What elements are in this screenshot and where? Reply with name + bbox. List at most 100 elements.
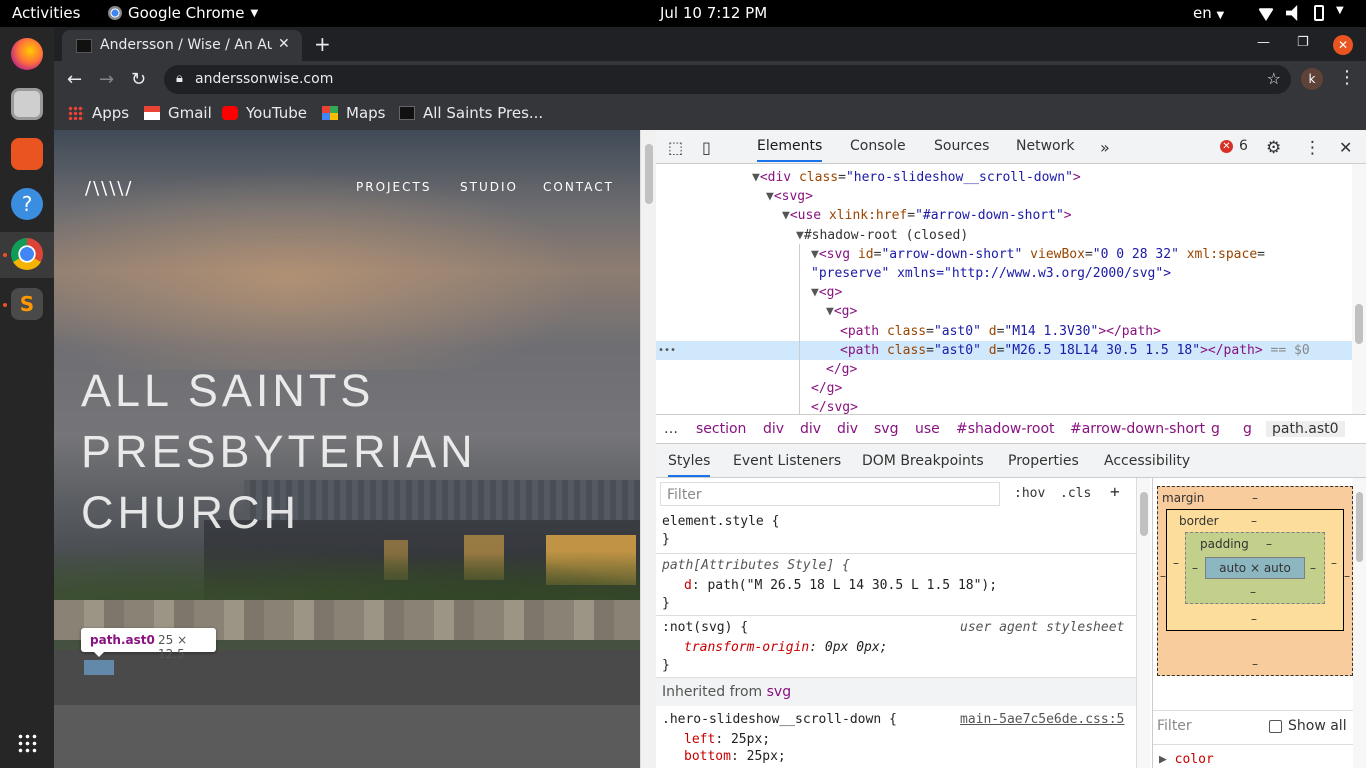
chrome-menu-icon[interactable]: ⋮	[1338, 67, 1356, 88]
bookmark-star-icon[interactable]: ☆	[1267, 69, 1281, 88]
dom-node-line[interactable]: ▼<svg>	[766, 187, 813, 206]
styles-filter-input[interactable]: Filter	[660, 482, 1000, 506]
styles-scrollbar[interactable]	[1136, 478, 1150, 768]
box-model-border[interactable]: border – – – – padding – – – – auto × au…	[1166, 509, 1344, 631]
app-menu[interactable]: Google Chrome ▼	[108, 4, 258, 22]
scrollbar-thumb[interactable]	[645, 144, 653, 204]
hov-toggle[interactable]: :hov	[1014, 486, 1045, 501]
tab-sources[interactable]: Sources	[934, 138, 989, 154]
dom-node-line[interactable]: ••• <path class="ast0" d="M26.5 18L14 30.…	[656, 340, 1352, 360]
dom-node-line[interactable]: ▼<g>	[826, 302, 857, 321]
profile-avatar[interactable]: k	[1301, 68, 1323, 90]
browser-tab[interactable]: Andersson / Wise / An Au ✕	[62, 30, 302, 61]
activities-button[interactable]: Activities	[12, 4, 80, 22]
help-icon[interactable]: ?	[11, 188, 43, 220]
new-tab-button[interactable]: +	[314, 32, 331, 56]
scrollbar-thumb[interactable]	[1356, 492, 1363, 562]
dom-node-line[interactable]: ▼#shadow-root (closed)	[796, 226, 968, 245]
firefox-icon[interactable]	[11, 38, 43, 70]
dom-node-line[interactable]: ▼<svg id="arrow-down-short" viewBox="0 0…	[811, 245, 1265, 264]
language-indicator[interactable]: en ▼	[1193, 4, 1224, 22]
cls-toggle[interactable]: .cls	[1060, 486, 1091, 501]
dom-node-line[interactable]: "preserve" xmlns="http://www.w3.org/2000…	[811, 264, 1171, 283]
style-declaration[interactable]: d: path("M 26.5 18 L 14 30.5 L 1.5 18");	[684, 578, 997, 593]
tab-elements[interactable]: Elements	[757, 138, 823, 162]
dom-node-line[interactable]: </svg>	[811, 398, 858, 414]
system-tray[interactable]: ▼	[1258, 5, 1352, 21]
devtools-menu-icon[interactable]: ⋮	[1304, 138, 1321, 158]
show-all-toggle[interactable]: Show all	[1269, 718, 1347, 734]
sublime-text-icon[interactable]: S	[11, 288, 43, 320]
computed-property-color[interactable]: ▶ color	[1159, 752, 1214, 767]
breadcrumb-item[interactable]: section	[696, 421, 746, 437]
breadcrumb-item[interactable]: #shadow-root	[956, 421, 1055, 437]
address-bar[interactable]: 🔒︎ anderssonwise.com ☆	[164, 65, 1291, 94]
dom-node-line[interactable]: <path class="ast0" d="M14 1.3V30"></path…	[840, 322, 1161, 341]
node-actions-ellipsis-icon[interactable]: •••	[658, 341, 676, 360]
inherited-element[interactable]: svg	[767, 684, 791, 700]
reload-icon[interactable]: ↻	[131, 69, 146, 90]
chrome-icon[interactable]	[11, 238, 43, 270]
device-toolbar-icon[interactable]: ▯	[702, 138, 711, 157]
breadcrumb-item[interactable]: g	[1243, 421, 1252, 437]
tab-styles[interactable]: Styles	[668, 453, 711, 477]
tab-accessibility[interactable]: Accessibility	[1104, 453, 1190, 469]
bookmark-all-saints[interactable]: All Saints Pres...	[399, 104, 543, 122]
breadcrumb-item[interactable]: #arrow-down-short	[1070, 421, 1205, 437]
dom-scrollbar[interactable]	[1352, 164, 1366, 414]
error-counter[interactable]: ✕ 6	[1220, 138, 1248, 154]
tab-event-listeners[interactable]: Event Listeners	[733, 453, 841, 469]
computed-scrollbar[interactable]	[1353, 478, 1366, 768]
breadcrumb-item[interactable]: svg	[874, 421, 898, 437]
page-scrollbar[interactable]	[640, 130, 656, 768]
style-declaration[interactable]: bottom: 25px;	[684, 749, 786, 764]
breadcrumb-item[interactable]: div	[763, 421, 784, 437]
inspect-element-icon[interactable]: ⬚	[668, 138, 683, 157]
tab-properties[interactable]: Properties	[1008, 453, 1079, 469]
forward-icon[interactable]: →	[99, 69, 114, 90]
breadcrumb-item[interactable]: path.ast0	[1266, 421, 1345, 437]
software-icon[interactable]	[11, 138, 43, 170]
breadcrumb-item[interactable]: use	[915, 421, 940, 437]
settings-gear-icon[interactable]: ⚙	[1266, 138, 1281, 158]
dom-tree[interactable]: ▼<div class="hero-slideshow__scroll-down…	[656, 164, 1366, 414]
tab-network[interactable]: Network	[1016, 138, 1074, 154]
clock[interactable]: Jul 10 7:12 PM	[660, 4, 767, 22]
breadcrumb-ellipsis[interactable]: …	[664, 421, 678, 437]
site-logo[interactable]: /\\\\/	[85, 178, 133, 199]
tab-console[interactable]: Console	[850, 138, 906, 154]
style-declaration[interactable]: transform-origin: 0px 0px;	[684, 640, 888, 655]
box-model-content[interactable]: auto × auto	[1205, 557, 1305, 579]
close-window-icon[interactable]: ✕	[1333, 35, 1353, 55]
nav-projects[interactable]: PROJECTS	[356, 180, 431, 194]
back-icon[interactable]: ←	[67, 69, 82, 90]
bookmark-maps[interactable]: Maps	[322, 104, 385, 122]
nav-contact[interactable]: CONTACT	[543, 180, 614, 194]
close-tab-icon[interactable]: ✕	[278, 36, 290, 52]
breadcrumb-item[interactable]: g	[1211, 421, 1220, 437]
files-icon[interactable]	[11, 88, 43, 120]
stylesheet-link[interactable]: main-5ae7c5e6de.css:5	[960, 712, 1124, 727]
breadcrumb-item[interactable]: div	[837, 421, 858, 437]
bookmark-apps[interactable]: Apps	[68, 104, 129, 122]
dom-node-line[interactable]: </g>	[811, 379, 842, 398]
scrollbar-thumb[interactable]	[1140, 492, 1148, 536]
scrollbar-thumb[interactable]	[1355, 304, 1363, 344]
close-devtools-icon[interactable]: ✕	[1339, 138, 1352, 157]
style-declaration[interactable]: left: 25px;	[684, 732, 770, 747]
breadcrumb-item[interactable]: div	[800, 421, 821, 437]
dom-node-line[interactable]: ▼<g>	[811, 283, 842, 302]
dom-node-line[interactable]: ▼<use xlink:href="#arrow-down-short">	[782, 206, 1072, 225]
bookmark-gmail[interactable]: Gmail	[144, 104, 212, 122]
nav-studio[interactable]: STUDIO	[460, 180, 518, 194]
maximize-icon[interactable]: ❐	[1297, 35, 1309, 50]
more-tabs-icon[interactable]: »	[1100, 138, 1110, 157]
box-model-padding[interactable]: padding – – – – auto × auto	[1185, 532, 1325, 604]
bookmark-youtube[interactable]: YouTube	[222, 104, 307, 122]
box-model-margin[interactable]: margin – – – – border – – – – padding – …	[1157, 486, 1353, 676]
minimize-icon[interactable]: —	[1257, 35, 1270, 50]
show-all-checkbox[interactable]	[1269, 719, 1282, 733]
show-apps-icon[interactable]	[17, 733, 37, 753]
dom-node-line[interactable]: </g>	[826, 360, 857, 379]
tab-dom-breakpoints[interactable]: DOM Breakpoints	[862, 453, 984, 469]
